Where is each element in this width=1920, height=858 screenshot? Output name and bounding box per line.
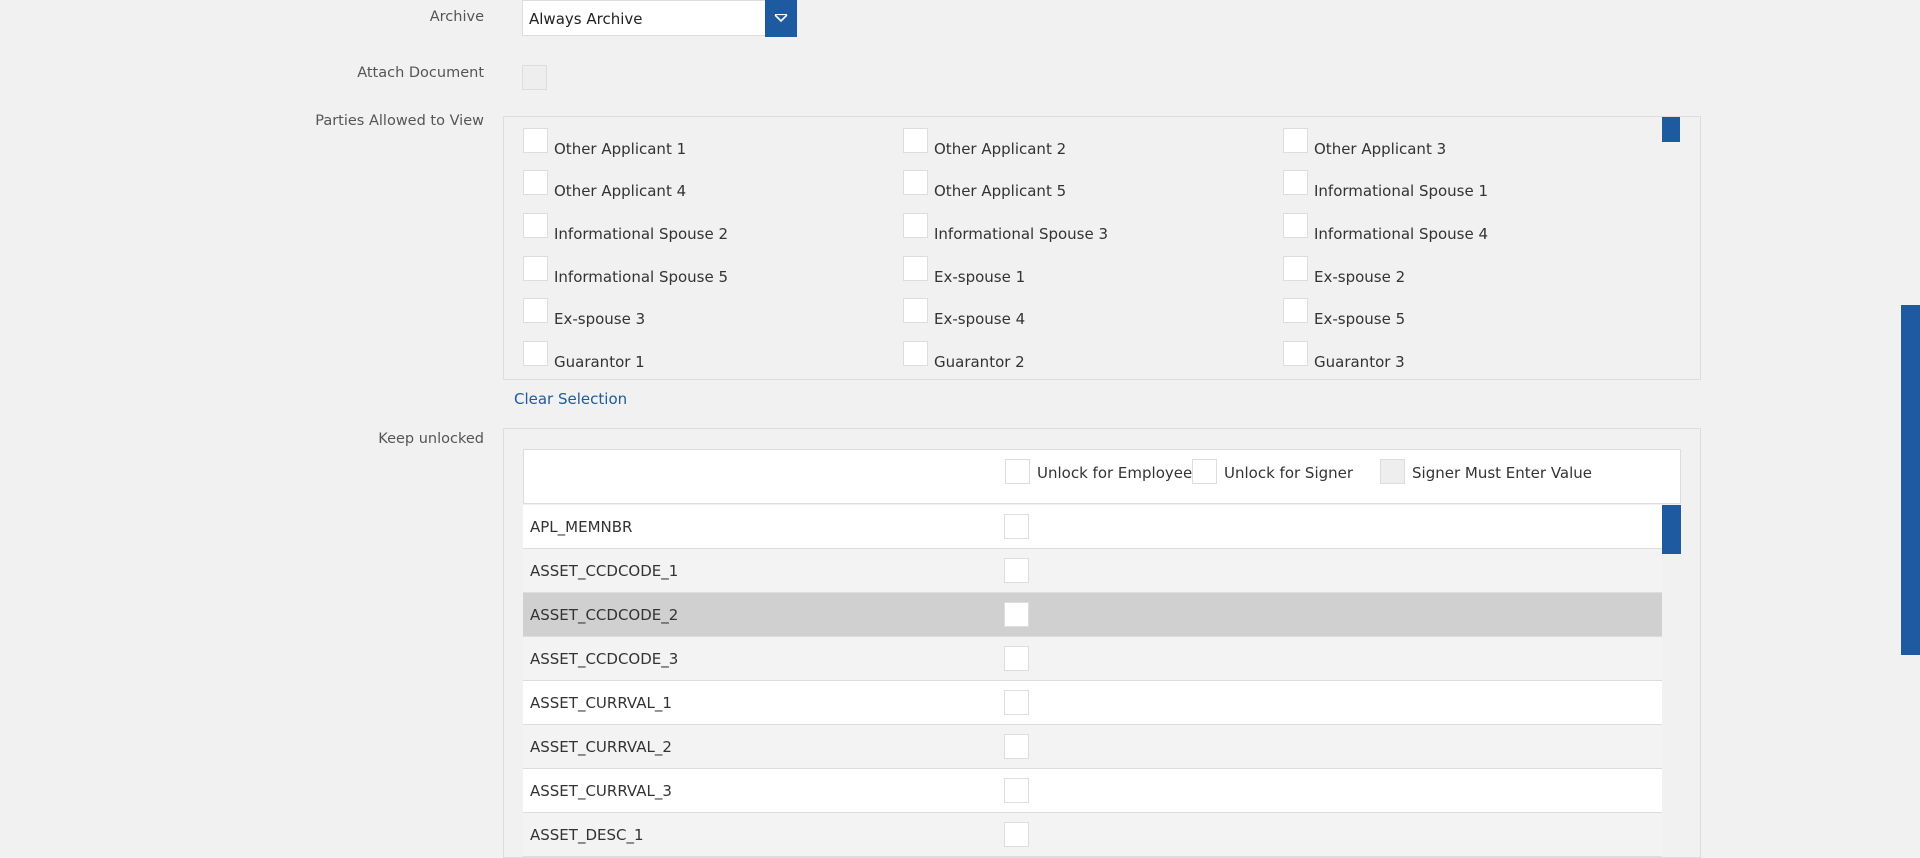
- party-label: Ex-spouse 3: [554, 310, 646, 328]
- party-label: Guarantor 1: [554, 353, 645, 371]
- unlock-employee-checkbox[interactable]: [1004, 646, 1029, 671]
- field-name: APL_MEMNBR: [530, 518, 633, 536]
- party-label: Ex-spouse 4: [934, 310, 1026, 328]
- attach-document-label: Attach Document: [357, 65, 484, 81]
- party-label: Guarantor 2: [934, 353, 1025, 371]
- party-label: Other Applicant 5: [934, 182, 1067, 200]
- field-name: ASSET_CCDCODE_3: [530, 650, 679, 668]
- unlock-signer-all-checkbox[interactable]: [1192, 459, 1217, 484]
- page-scrollbar-thumb[interactable]: [1901, 305, 1920, 655]
- party-checkbox[interactable]: [1283, 298, 1308, 323]
- table-row[interactable]: ASSET_CCDCODE_3: [523, 637, 1662, 681]
- party-label: Informational Spouse 1: [1314, 182, 1489, 200]
- party-label: Other Applicant 3: [1314, 140, 1447, 158]
- party-checkbox[interactable]: [523, 213, 548, 238]
- field-name: ASSET_CCDCODE_2: [530, 606, 679, 624]
- party-checkbox[interactable]: [523, 341, 548, 366]
- party-checkbox[interactable]: [1283, 170, 1308, 195]
- party-checkbox[interactable]: [1283, 256, 1308, 281]
- party-label: Informational Spouse 2: [554, 225, 729, 243]
- clear-selection-link[interactable]: Clear Selection: [514, 390, 627, 408]
- unlock-employee-header-label: Unlock for Employee: [1037, 464, 1193, 482]
- party-checkbox[interactable]: [903, 298, 928, 323]
- party-label: Ex-spouse 2: [1314, 268, 1406, 286]
- party-checkbox[interactable]: [1283, 341, 1308, 366]
- party-label: Informational Spouse 3: [934, 225, 1109, 243]
- party-checkbox[interactable]: [523, 256, 548, 281]
- party-checkbox[interactable]: [903, 128, 928, 153]
- party-label: Ex-spouse 5: [1314, 310, 1406, 328]
- field-name: ASSET_CURRVAL_1: [530, 694, 672, 712]
- unlock-employee-checkbox[interactable]: [1004, 558, 1029, 583]
- party-checkbox[interactable]: [1283, 213, 1308, 238]
- unlock-employee-checkbox[interactable]: [1004, 602, 1029, 627]
- party-label: Informational Spouse 5: [554, 268, 729, 286]
- table-row[interactable]: APL_MEMNBR: [523, 505, 1662, 549]
- unlock-employee-checkbox[interactable]: [1004, 778, 1029, 803]
- party-checkbox[interactable]: [1283, 128, 1308, 153]
- signer-must-enter-all-checkbox: [1380, 459, 1405, 484]
- field-name: ASSET_DESC_1: [530, 826, 644, 844]
- table-row[interactable]: ASSET_CURRVAL_2: [523, 725, 1662, 769]
- party-checkbox[interactable]: [523, 298, 548, 323]
- table-row[interactable]: ASSET_CURRVAL_1: [523, 681, 1662, 725]
- signer-must-enter-header-label: Signer Must Enter Value: [1412, 464, 1593, 482]
- parties-label: Parties Allowed to View: [315, 113, 484, 129]
- keep-unlocked-label: Keep unlocked: [378, 431, 484, 447]
- archive-label: Archive: [429, 9, 484, 25]
- table-row[interactable]: ASSET_DESC_1: [523, 813, 1662, 857]
- party-label: Other Applicant 4: [554, 182, 687, 200]
- chevron-down-icon[interactable]: [765, 0, 797, 37]
- parties-scrollbar-thumb[interactable]: [1662, 117, 1680, 142]
- archive-select-value: Always Archive: [529, 10, 643, 28]
- party-checkbox[interactable]: [523, 170, 548, 195]
- party-checkbox[interactable]: [903, 213, 928, 238]
- unlock-employee-checkbox[interactable]: [1004, 734, 1029, 759]
- party-checkbox[interactable]: [903, 256, 928, 281]
- unlock-employee-checkbox[interactable]: [1004, 822, 1029, 847]
- field-name: ASSET_CCDCODE_1: [530, 562, 679, 580]
- table-header: Unlock for Employee Unlock for Signer Si…: [523, 449, 1681, 504]
- field-name: ASSET_CURRVAL_3: [530, 782, 672, 800]
- unlock-employee-checkbox[interactable]: [1004, 514, 1029, 539]
- archive-select[interactable]: Always Archive: [522, 0, 797, 37]
- unlock-employee-checkbox[interactable]: [1004, 690, 1029, 715]
- party-checkbox[interactable]: [523, 128, 548, 153]
- table-scrollbar-thumb[interactable]: [1662, 505, 1681, 554]
- table-row[interactable]: ASSET_CCDCODE_1: [523, 549, 1662, 593]
- table-row-selected[interactable]: ASSET_CCDCODE_2: [523, 593, 1662, 637]
- party-label: Ex-spouse 1: [934, 268, 1026, 286]
- party-label: Other Applicant 1: [554, 140, 687, 158]
- party-label: Other Applicant 2: [934, 140, 1067, 158]
- unlock-signer-header-label: Unlock for Signer: [1224, 464, 1354, 482]
- attach-document-checkbox[interactable]: [522, 65, 547, 90]
- field-name: ASSET_CURRVAL_2: [530, 738, 672, 756]
- party-checkbox[interactable]: [903, 341, 928, 366]
- table-row[interactable]: ASSET_CURRVAL_3: [523, 769, 1662, 813]
- unlock-employee-all-checkbox[interactable]: [1005, 459, 1030, 484]
- party-checkbox[interactable]: [903, 170, 928, 195]
- party-label: Informational Spouse 4: [1314, 225, 1489, 243]
- party-label: Guarantor 3: [1314, 353, 1405, 371]
